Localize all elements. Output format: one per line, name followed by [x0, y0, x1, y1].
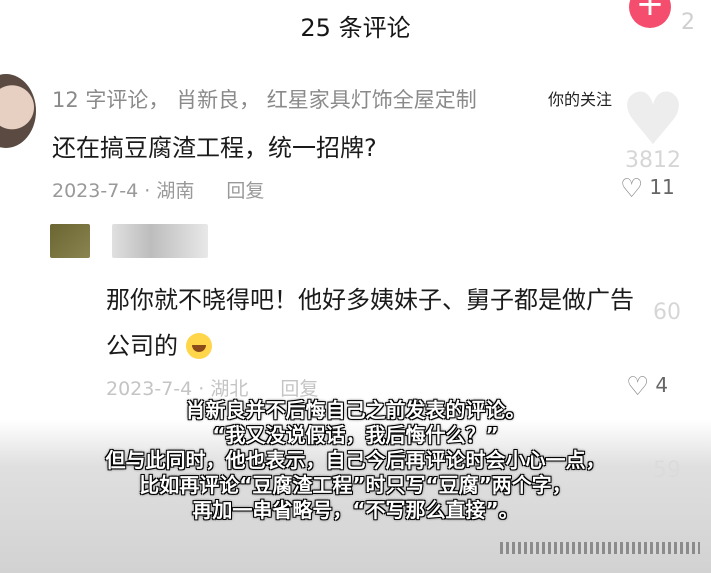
reply-text-line2: 公司的 — [106, 332, 178, 360]
comment-date: 2023-7-4 · 湖南 — [52, 180, 195, 202]
laughing-emoji-icon — [185, 333, 212, 359]
reply-reply-button[interactable]: 回复 — [280, 378, 318, 400]
subtitle-line: “我又没说假话，我后悔什么？” — [212, 423, 499, 447]
reply-like-count: 4 — [655, 373, 669, 397]
subtitles: 肖新良并不后悔自己之前发表的评论。 “我又没说假话，我后悔什么？” 但与此同时，… — [0, 398, 711, 523]
reply-username-blur — [112, 224, 208, 258]
heart-icon: ♡ — [620, 174, 644, 204]
comment-text: 还在搞豆腐渣工程，统一招牌? — [52, 134, 377, 162]
reply-button[interactable]: 回复 — [226, 180, 264, 202]
reply-date-row: 2023-7-4 · 湖北 回复 — [106, 374, 318, 401]
avatar[interactable] — [0, 74, 36, 148]
reply-text-line2-row: 公司的 — [106, 326, 212, 361]
reply-avatar[interactable] — [50, 224, 90, 258]
reply-text-line1: 那你就不晓得吧！他好多姨妹子、舅子都是做广告 — [106, 286, 634, 314]
subtitle-line: 肖新良并不后悔自己之前发表的评论。 — [185, 398, 526, 422]
comment-date-row: 2023-7-4 · 湖南 回复 — [52, 176, 264, 203]
subtitle-line: 比如再评论“豆腐渣工程”时只写“豆腐”两个字， — [139, 473, 572, 497]
side-like-count: 3812 — [625, 148, 681, 173]
like-button[interactable]: ♡ 11 — [620, 174, 675, 204]
subtitle-line: 再加一串省略号，“不写那么直接”。 — [192, 498, 519, 522]
big-heart-icon: ♥ — [620, 77, 686, 161]
like-count: 11 — [649, 175, 675, 199]
corner-count: 2 — [681, 10, 695, 35]
follow-tag: 你的关注 — [548, 90, 613, 109]
comment-meta: 12 字评论， 肖新良， 红星家具灯饰全屋定制 — [52, 88, 477, 112]
subtitle-line: 但与此同时，他也表示，自己今后再评论时会小心一点， — [105, 448, 606, 472]
comment-input-bar[interactable] — [500, 542, 700, 554]
comments-title: 25 条评论 — [300, 14, 411, 42]
reply-date: 2023-7-4 · 湖北 — [106, 378, 249, 400]
side-comment-count: 60 — [653, 300, 681, 325]
